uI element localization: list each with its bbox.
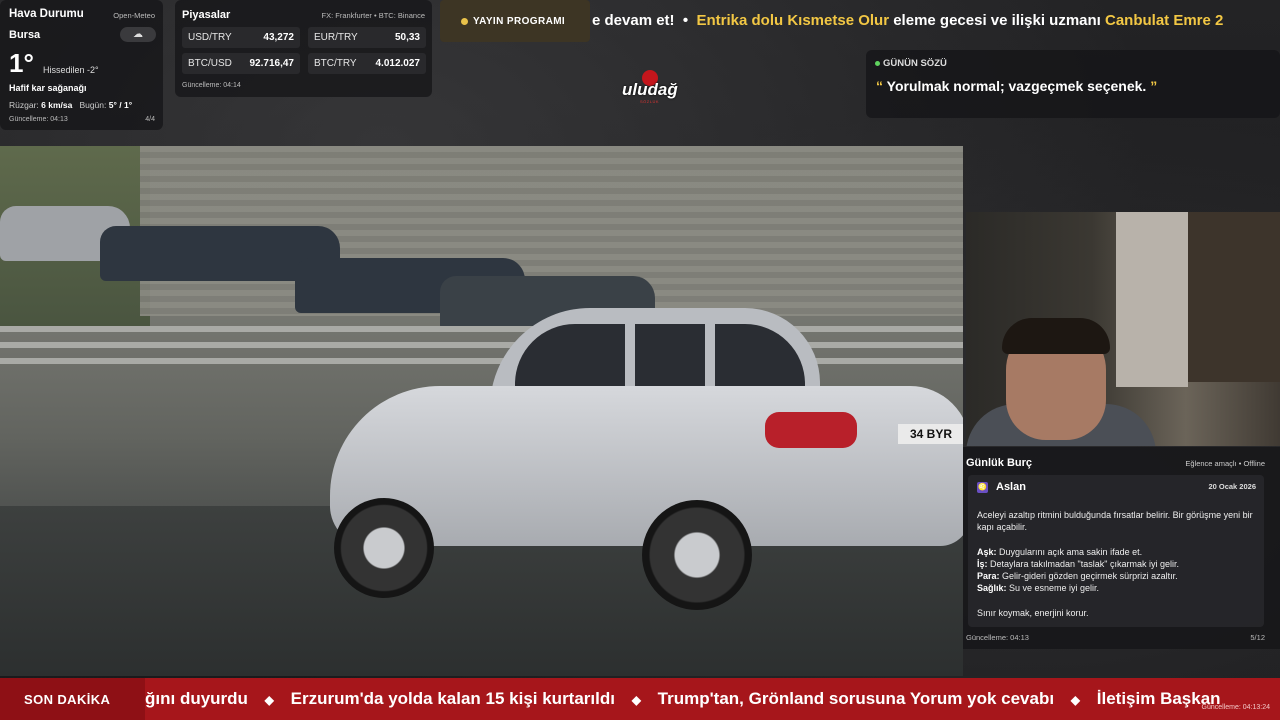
horoscope-love: Aşk: Duygularını açık ama sakin ifade et… [977, 547, 1142, 557]
today-value: 5° / 1° [108, 100, 133, 110]
market-btc-try: BTC/TRY 4.012.027 [308, 53, 426, 74]
market-value: 43,272 [263, 32, 294, 43]
ticker-text: eleme gecesi ve ilişki uzmanı [889, 12, 1105, 29]
bottom-ticker-updated: Güncelleme: 04:13:24 [1201, 704, 1271, 711]
horoscope-closing: Sınır koymak, enerjini korur. [977, 608, 1089, 618]
market-eur-try: EUR/TRY 50,33 [308, 27, 426, 48]
diamond-separator-icon: ◆ [1070, 692, 1081, 707]
love-text: Duygularını açık ama sakin ifade et. [996, 547, 1143, 557]
schedule-button[interactable]: YAYIN PROGRAMI [440, 0, 590, 42]
horoscope-work: İş: Detaylara takılmadan "taslak" çıkarm… [977, 559, 1179, 569]
snow-cloud-icon: ☁ [120, 27, 156, 42]
quote-close-mark: ” [1150, 78, 1158, 94]
webcam-door [1116, 212, 1188, 387]
silver-sedan: 34 BYR [330, 308, 963, 610]
ticker-highlight: Entrika dolu Kısmetse Olur [696, 12, 890, 29]
horoscope-money: Para: Gelir-gideri gözden geçirmek sürpr… [977, 571, 1178, 581]
markets-source: FX: Frankfurter • BTC: Binance [321, 11, 426, 20]
leo-icon: ♌ [977, 482, 988, 493]
markets-updated: Güncelleme: 04:14 [182, 82, 241, 89]
quote-of-the-day: GÜNÜN SÖZÜ “ Yorulmak normal; vazgeçmek … [866, 50, 1280, 118]
top-news-ticker: e devam et! • Entrika dolu Kısmetse Olur… [592, 0, 1280, 42]
diamond-separator-icon: ◆ [631, 692, 641, 707]
schedule-label: YAYIN PROGRAMI [473, 16, 566, 27]
horoscope-page-indicator: 5/12 [1250, 633, 1265, 642]
ticker-text: e devam et! [592, 12, 675, 29]
horoscope-title: Günlük Burç [966, 457, 1033, 469]
breaking-news-bar: SON DAKİKA ğını duyurdu ◆ Erzurum'da yol… [0, 678, 1280, 720]
weather-widget: Hava Durumu Open-Meteo Bursa ☁ 1° Hissed… [0, 0, 163, 130]
weather-condition: Hafif kar sağanağı [9, 83, 87, 93]
weather-feels-like: Hissedilen -2° [43, 65, 99, 75]
horoscope-card: ♌ Aslan 20 Ocak 2026 Aceleyi azaltıp rit… [968, 475, 1264, 627]
main-video[interactable]: 34 BYR [0, 146, 963, 676]
horoscope-date: 20 Ocak 2026 [1208, 482, 1256, 491]
diamond-separator-icon: ◆ [264, 692, 274, 707]
status-dot-icon [875, 61, 880, 66]
market-value: 50,33 [394, 32, 420, 43]
money-label: Para: [977, 571, 1000, 581]
ticker-separator: • [682, 12, 689, 29]
top-ticker-track: e devam et! • Entrika dolu Kısmetse Olur… [592, 12, 1223, 29]
quote-text-row: “ Yorulmak normal; vazgeçmek seçenek. ” [876, 78, 1157, 94]
horoscope-updated: Güncelleme: 04:13 [966, 633, 1029, 642]
market-btc-usd: BTC/USD 92.716,47 [182, 53, 300, 74]
market-label: BTC/TRY [314, 58, 357, 69]
streamer-hair [1002, 318, 1110, 354]
ticker-item: ğını duyurdu [145, 689, 248, 708]
car-wheel [334, 498, 434, 598]
weather-source: Open-Meteo [113, 11, 155, 20]
quote-title: GÜNÜN SÖZÜ [883, 58, 947, 69]
market-value: 92.716,47 [249, 58, 295, 69]
quote-text: Yorulmak normal; vazgeçmek seçenek. [886, 78, 1147, 94]
market-usd-try: USD/TRY 43,272 [182, 27, 300, 48]
health-text: Su ve esneme iyi gelir. [1006, 583, 1100, 593]
market-value: 4.012.027 [375, 58, 421, 69]
markets-title: Piyasalar [182, 9, 231, 21]
ticker-highlight: Canbulat Emre 2 [1105, 12, 1224, 29]
horoscope-sign: Aslan [996, 481, 1026, 493]
car-tail-light [765, 412, 857, 448]
love-label: Aşk: [977, 547, 997, 557]
bottom-ticker-track: ğını duyurdu ◆ Erzurum'da yolda kalan 15… [145, 689, 1221, 709]
weather-temperature: 1° [9, 48, 34, 78]
car-plate: 34 BYR [898, 424, 963, 444]
work-label: İş: [977, 559, 988, 569]
uludag-logo: uludağ SÖZLÜK [618, 70, 682, 106]
weather-title: Hava Durumu [9, 8, 84, 20]
quote-open-mark: “ [876, 78, 883, 94]
horoscope-health: Sağlık: Su ve esneme iyi gelir. [977, 583, 1099, 593]
webcam-feed [966, 212, 1280, 446]
weather-wind-row: Rüzgar: 6 km/sa Bugün: 5° / 1° [9, 100, 132, 110]
car-wheel [642, 500, 752, 610]
wind-value: 6 km/sa [41, 100, 73, 110]
logo-subtext: SÖZLÜK [640, 99, 660, 104]
market-label: EUR/TRY [314, 32, 358, 43]
webcam-shelf [1188, 212, 1280, 382]
schedule-dot-icon [461, 18, 468, 25]
logo-text: uludağ [622, 80, 678, 99]
breaking-news-tag: SON DAKİKA [0, 678, 145, 720]
horoscope-widget: Günlük Burç Eğlence amaçlı • Offline ♌ A… [963, 447, 1280, 649]
market-label: BTC/USD [188, 58, 232, 69]
work-text: Detaylara takılmadan "taslak" çıkarmak i… [987, 559, 1179, 569]
markets-widget: Piyasalar FX: Frankfurter • BTC: Binance… [175, 0, 432, 97]
ticker-item: Erzurum'da yolda kalan 15 kişi kurtarıld… [290, 689, 615, 708]
ticker-item: Trump'tan, Grönland sorusuna Yorum yok c… [657, 689, 1055, 708]
health-label: Sağlık: [977, 583, 1007, 593]
breaking-news-label: SON DAKİKA [24, 692, 111, 707]
car-window [635, 324, 705, 392]
weather-city: Bursa [9, 29, 41, 41]
money-text: Gelir-gideri gözden geçirmek sürprizi az… [999, 571, 1178, 581]
horoscope-meta: Eğlence amaçlı • Offline [1185, 459, 1265, 468]
weather-updated: Güncelleme: 04:13 [9, 116, 68, 123]
weather-page-indicator: 4/4 [145, 116, 155, 123]
horoscope-intro: Aceleyi azaltıp ritmini bulduğunda fırsa… [977, 510, 1253, 532]
market-label: USD/TRY [188, 32, 232, 43]
today-label: Bugün: [79, 100, 107, 110]
wind-label: Rüzgar: [9, 100, 39, 110]
